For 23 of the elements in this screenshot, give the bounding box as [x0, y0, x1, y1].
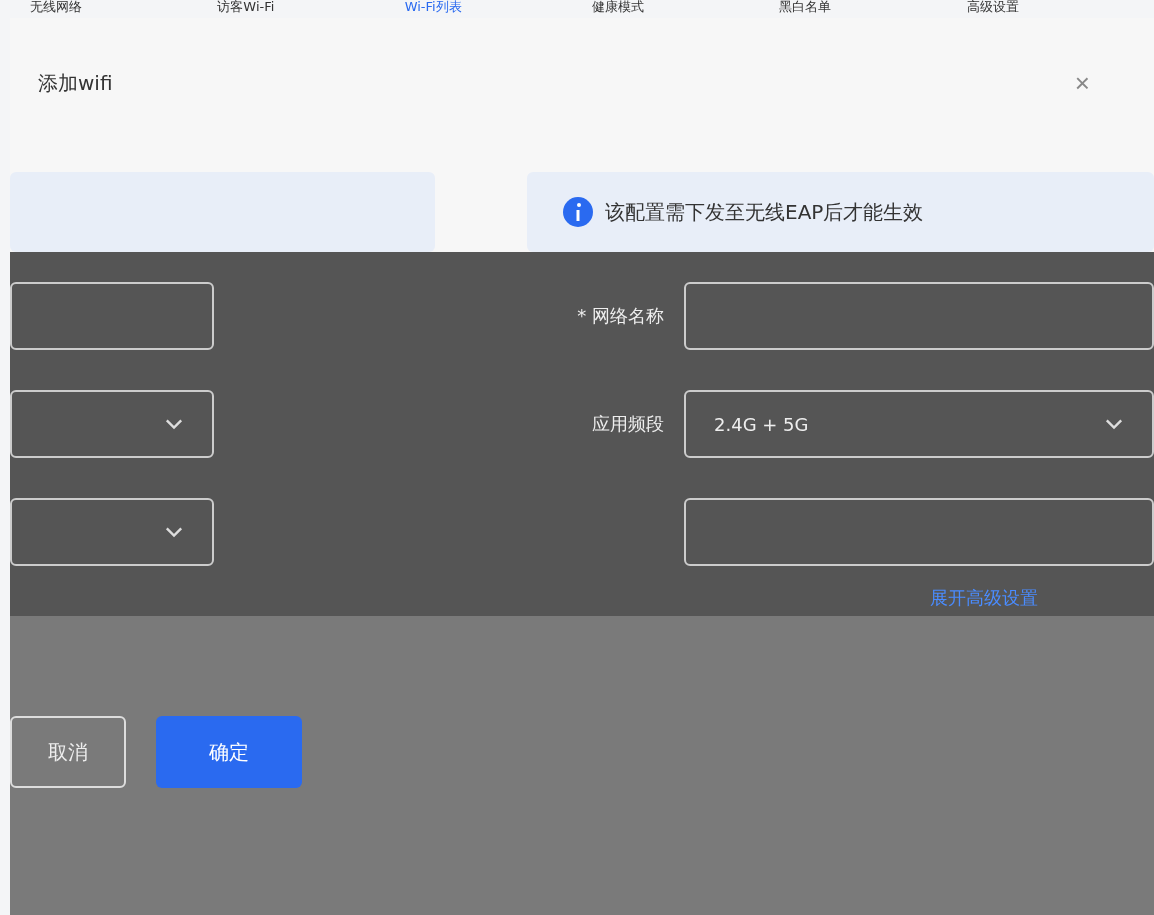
close-button[interactable]: ×: [1070, 67, 1094, 99]
field-label: 应用频段: [591, 412, 664, 436]
nav-tab[interactable]: 高级设置: [966, 0, 1154, 14]
nav-tab[interactable]: 黑白名单: [779, 0, 967, 14]
select-field[interactable]: [10, 390, 214, 458]
info-icon: [563, 197, 593, 227]
input-field[interactable]: [684, 498, 1154, 566]
select-field[interactable]: 2.4G + 5G: [684, 390, 1154, 458]
select-field[interactable]: [10, 498, 214, 566]
input-field[interactable]: [10, 282, 214, 350]
chevron-down-icon: [1104, 418, 1124, 430]
notice-text: 该配置需下发至无线EAP后才能生效: [605, 198, 924, 226]
nav-tab[interactable]: 访客Wi-Fi: [217, 0, 405, 14]
confirm-button[interactable]: 确定: [156, 716, 302, 788]
nav-tab[interactable]: 健康模式: [592, 0, 780, 14]
chevron-down-icon: [164, 418, 184, 430]
cancel-button[interactable]: 取消: [10, 716, 126, 788]
chevron-down-icon: [164, 526, 184, 538]
nav-tab[interactable]: Wi-Fi列表: [404, 0, 592, 14]
dialog-title: 添加wifi: [38, 69, 113, 97]
field-label: * 网络名称: [576, 304, 664, 328]
nav-tab[interactable]: 无线网络: [30, 0, 218, 14]
input-field[interactable]: [684, 282, 1154, 350]
